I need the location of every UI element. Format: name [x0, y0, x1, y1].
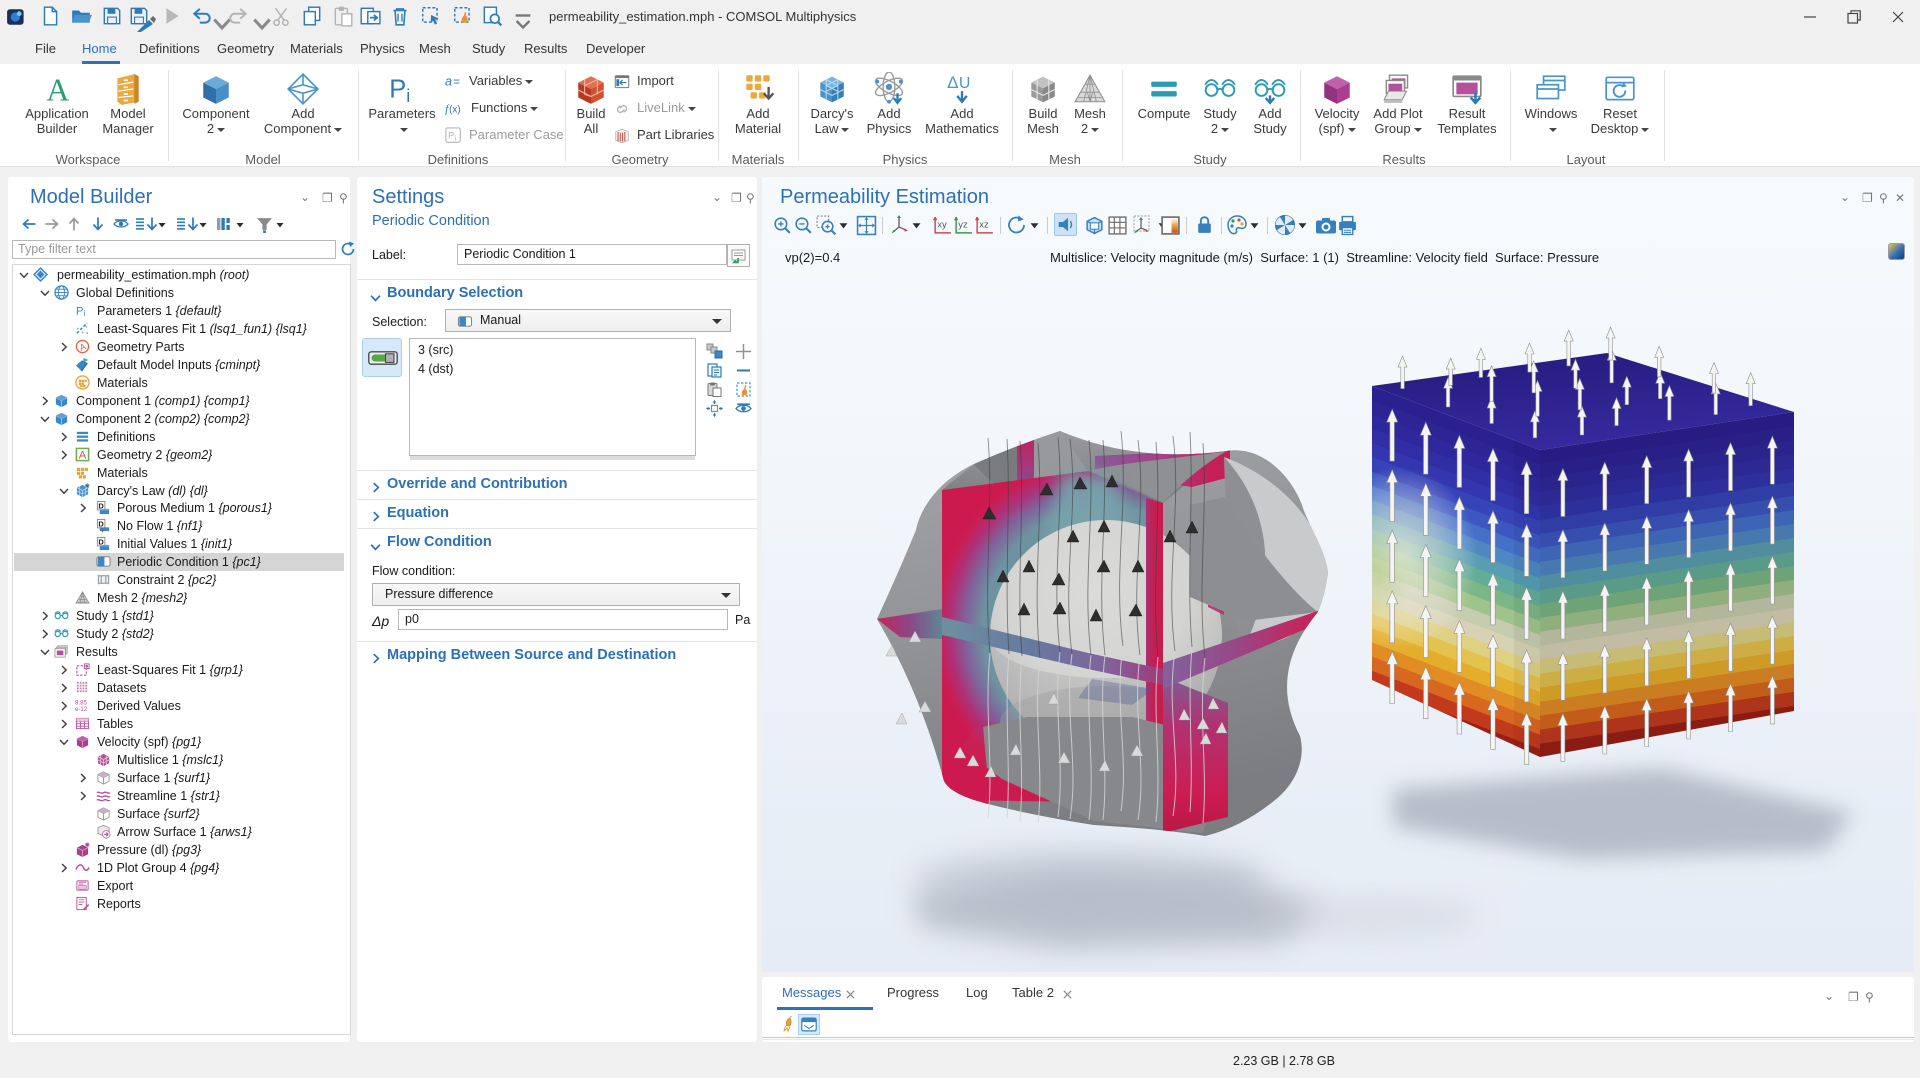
- svg-text:i: i: [406, 86, 410, 106]
- svg-text:A: A: [46, 73, 69, 106]
- svg-text:P: P: [389, 76, 406, 104]
- svg-text:U: U: [959, 75, 971, 92]
- svg-text:Δ: Δ: [947, 73, 958, 92]
